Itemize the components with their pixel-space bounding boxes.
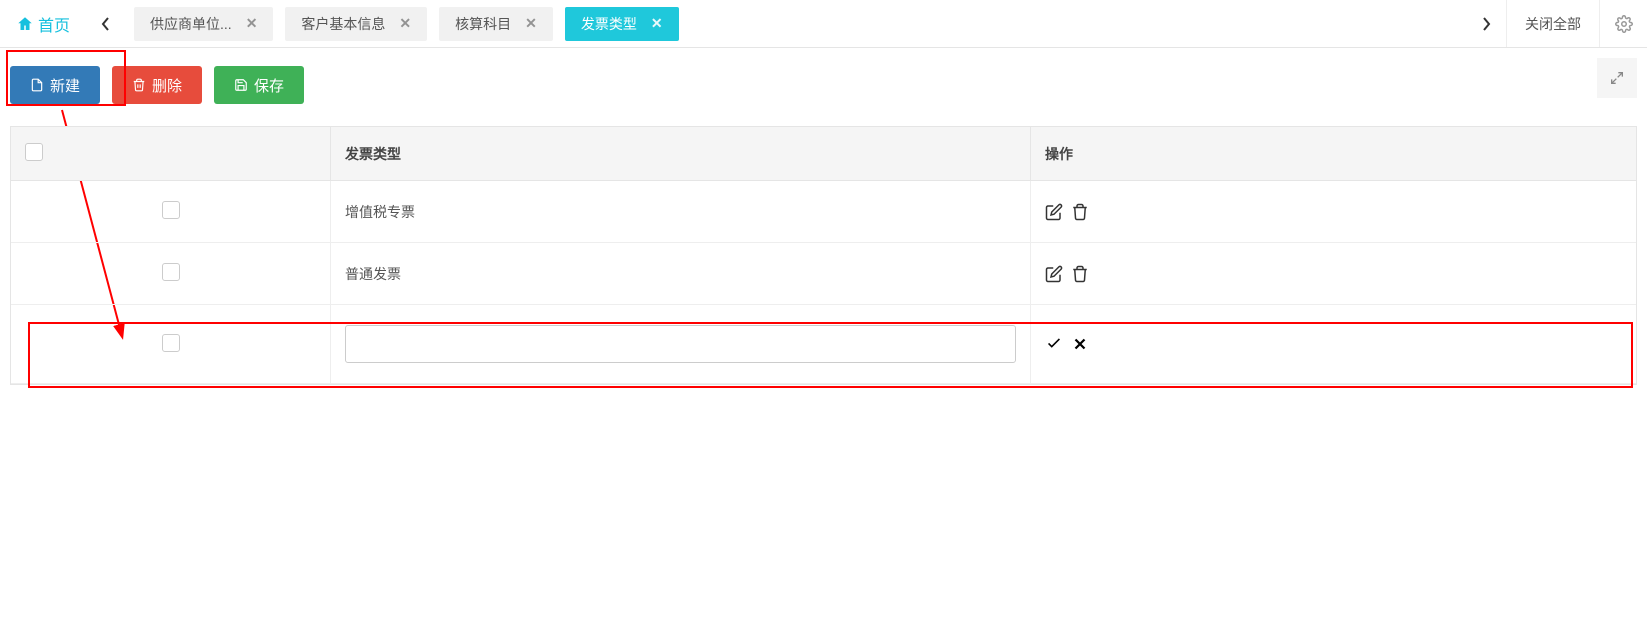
home-icon: [16, 15, 34, 33]
tab-label: 客户基本信息: [301, 14, 385, 34]
close-icon[interactable]: ✕: [525, 15, 537, 32]
tabs-container: 供应商单位... ✕ 客户基本信息 ✕ 核算科目 ✕ 发票类型 ✕: [126, 0, 687, 47]
table-row: 普通发票: [11, 243, 1636, 305]
invoice-type-table: 发票类型 操作 增值税专票: [10, 126, 1637, 385]
home-tab[interactable]: 首页: [0, 0, 86, 47]
close-icon[interactable]: ✕: [399, 15, 411, 32]
column-header-ops: 操作: [1031, 127, 1636, 181]
tab-label: 核算科目: [455, 14, 511, 34]
delete-button[interactable]: 删除: [112, 66, 202, 104]
tabs-next-button[interactable]: [1466, 0, 1506, 47]
tabstrip: 首页 供应商单位... ✕ 客户基本信息 ✕ 核算科目 ✕ 发票类型 ✕ 关闭全…: [0, 0, 1647, 48]
tab-suppliers[interactable]: 供应商单位... ✕: [134, 7, 273, 41]
invoice-type-input[interactable]: [345, 325, 1016, 363]
delete-label: 删除: [152, 75, 182, 96]
tab-accounts[interactable]: 核算科目 ✕: [439, 7, 553, 41]
new-button[interactable]: 新建: [10, 66, 100, 104]
table-row-editing: [11, 305, 1636, 384]
trash-icon: [132, 77, 146, 93]
toolbar: 新建 删除 保存: [10, 66, 1637, 104]
check-icon[interactable]: [1045, 335, 1063, 353]
table-row: 增值税专票: [11, 181, 1636, 243]
column-header-type: 发票类型: [331, 127, 1031, 181]
edit-icon[interactable]: [1045, 265, 1063, 283]
expand-icon: [1609, 70, 1625, 86]
row-checkbox[interactable]: [162, 201, 180, 219]
trash-icon[interactable]: [1071, 265, 1089, 283]
invoice-type-cell: 增值税专票: [331, 181, 1031, 243]
settings-button[interactable]: [1599, 0, 1647, 47]
cross-icon[interactable]: [1071, 335, 1089, 353]
close-icon[interactable]: ✕: [651, 15, 663, 32]
new-label: 新建: [50, 75, 80, 96]
trash-icon[interactable]: [1071, 203, 1089, 221]
close-all-label: 关闭全部: [1525, 14, 1581, 34]
tabs-prev-button[interactable]: [86, 0, 126, 47]
row-checkbox[interactable]: [162, 263, 180, 281]
tab-invoice-type[interactable]: 发票类型 ✕: [565, 7, 679, 41]
fullscreen-button[interactable]: [1597, 58, 1637, 98]
close-all-button[interactable]: 关闭全部: [1506, 0, 1599, 47]
row-checkbox[interactable]: [162, 334, 180, 352]
tab-label: 供应商单位...: [150, 14, 232, 34]
gear-icon: [1615, 15, 1633, 33]
file-icon: [30, 77, 44, 93]
save-icon: [234, 78, 248, 92]
close-icon[interactable]: ✕: [246, 15, 258, 32]
select-all-checkbox[interactable]: [25, 143, 43, 161]
edit-icon[interactable]: [1045, 203, 1063, 221]
tab-customers[interactable]: 客户基本信息 ✕: [285, 7, 427, 41]
save-button[interactable]: 保存: [214, 66, 304, 104]
home-label: 首页: [38, 12, 70, 36]
save-label: 保存: [254, 75, 284, 96]
invoice-type-cell: 普通发票: [331, 243, 1031, 305]
tab-label: 发票类型: [581, 14, 637, 34]
content-area: 新建 删除 保存 发票类型: [0, 48, 1647, 385]
column-header-checkbox: [11, 127, 331, 181]
